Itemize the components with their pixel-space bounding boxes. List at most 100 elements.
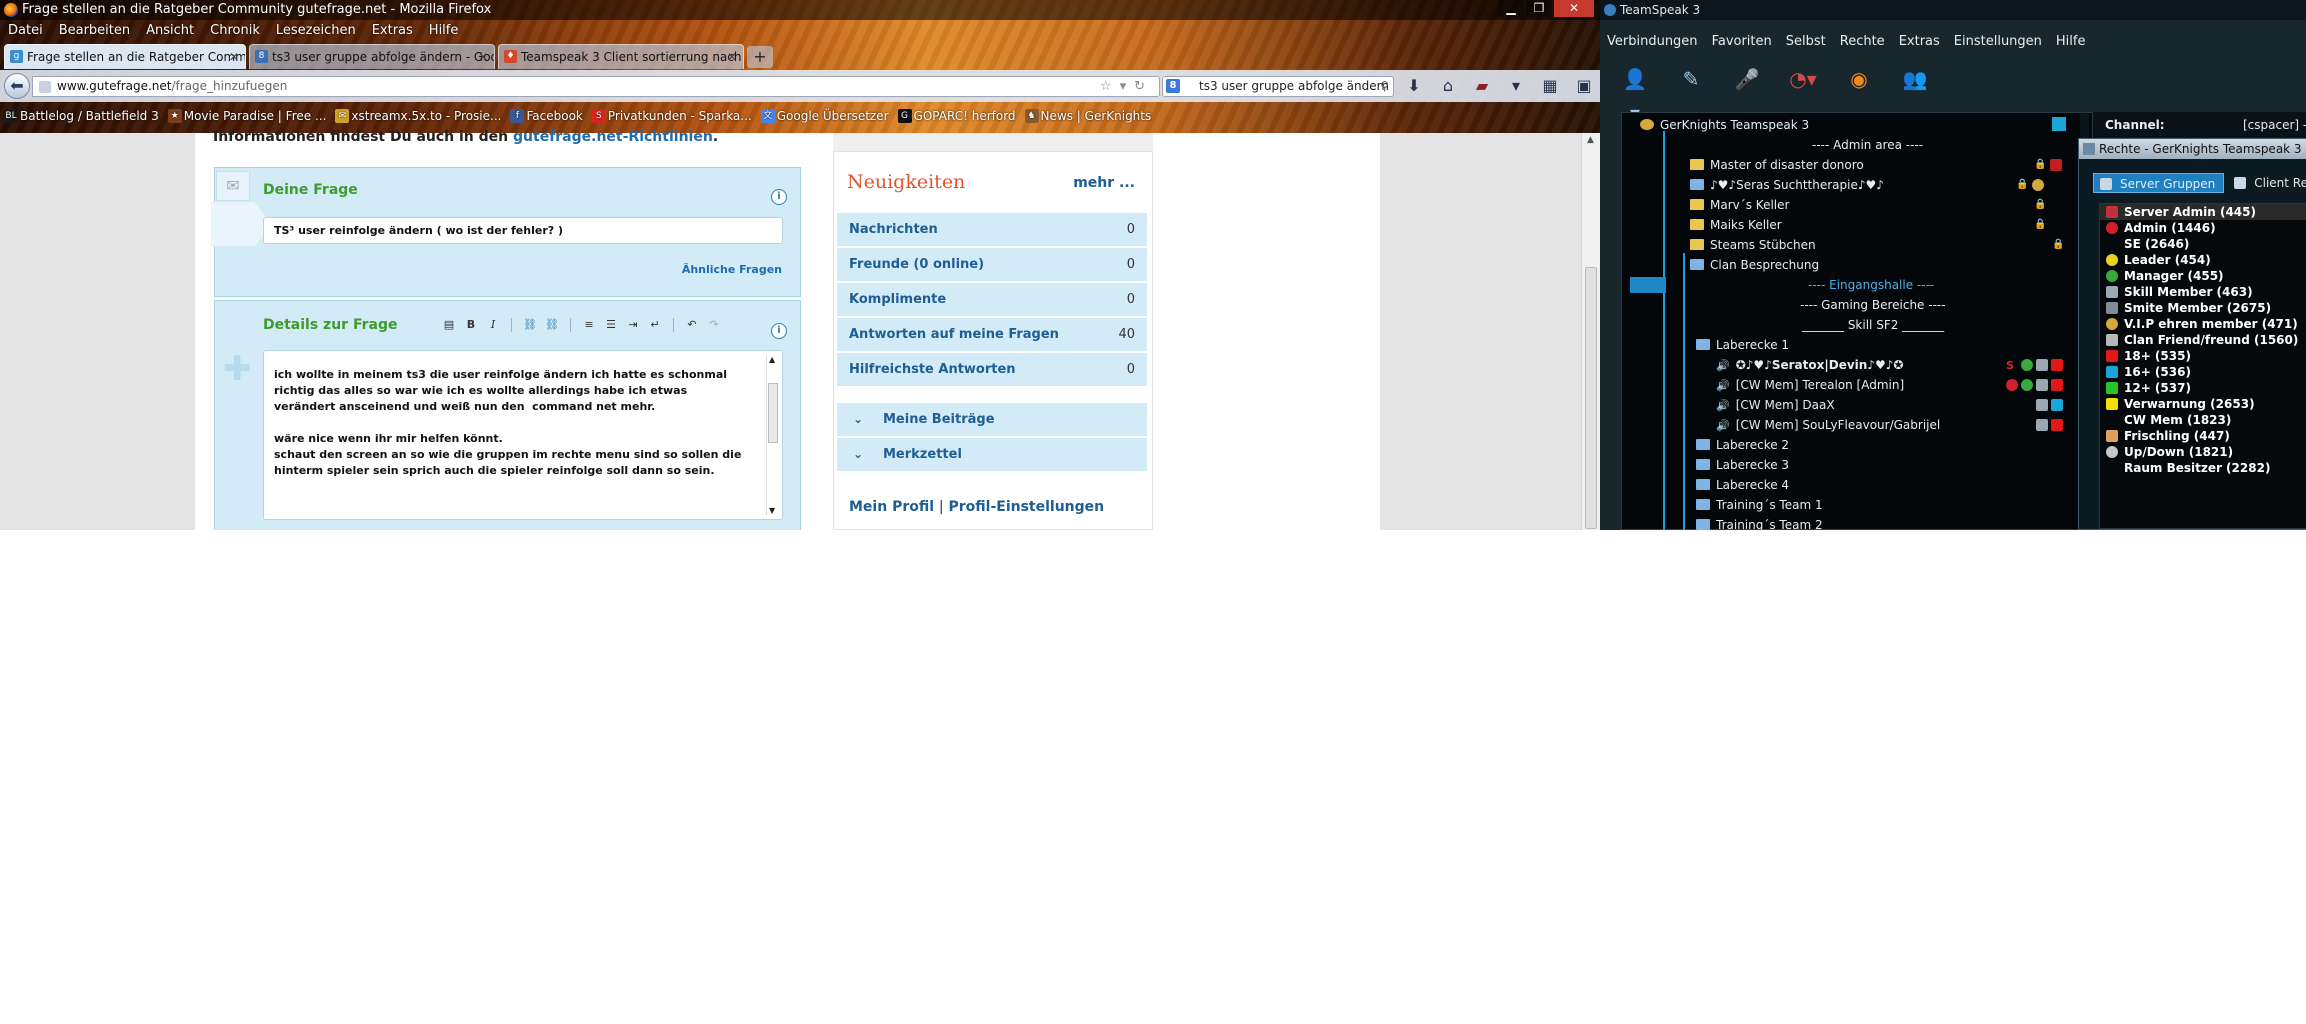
tree-spacer[interactable]: ---- Gaming Bereiche ---- — [1800, 295, 1946, 315]
question-title-input[interactable]: TS³ user reinfolge ändern ( wo ist der f… — [263, 217, 783, 244]
tree-spacer[interactable]: _______ Skill SF2 _______ — [1802, 315, 1944, 335]
undo-icon[interactable]: ↶ — [684, 317, 700, 333]
group-cw-mem[interactable]: CW Mem (1823) — [2100, 412, 2306, 428]
link-icon[interactable]: ⛓ — [522, 317, 538, 333]
menu-hilfe[interactable]: Hilfe — [421, 20, 467, 42]
tree-user[interactable]: 🔊 [CW Mem] SouLyFleavour/Gabrijel — [1716, 415, 1940, 435]
tree-spacer[interactable]: ---- Admin area ---- — [1812, 135, 1923, 155]
tree-channel[interactable]: Master of disaster donoro — [1690, 155, 1864, 175]
tree-channel[interactable]: Training´s Team 1 — [1696, 495, 1823, 515]
group-up-down[interactable]: Up/Down (1821) — [2100, 444, 2306, 460]
restore-button[interactable]: ❐ — [1526, 0, 1552, 17]
tab-server-gruppen[interactable]: Server Gruppen — [2093, 173, 2225, 193]
addon-icon[interactable]: ▰ — [1470, 74, 1494, 98]
menu-extras[interactable]: Extras — [364, 20, 421, 42]
group-se[interactable]: SE (2646) — [2100, 236, 2306, 252]
tree-channel[interactable]: Training´s Team 2 — [1696, 515, 1823, 530]
tree-spacer-eingangshalle[interactable]: ---- Eingangshalle ---- — [1808, 275, 1934, 295]
ts-menu-hilfe[interactable]: Hilfe — [2049, 30, 2093, 54]
group-16-plus[interactable]: 16+ (536) — [2100, 364, 2306, 380]
scroll-thumb[interactable] — [1585, 267, 1597, 529]
news-row-nachrichten[interactable]: Nachrichten 0 — [837, 213, 1147, 246]
bookmark-gerknights[interactable]: ♞ News | GerKnights — [1023, 104, 1159, 128]
microphone-muted-icon[interactable]: 🎤 — [1730, 62, 1764, 96]
dropdown-arrow-icon[interactable]: ▾ — [1120, 79, 1135, 94]
similar-questions-link[interactable]: Ähnliche Fragen — [682, 263, 782, 276]
news-more-link[interactable]: mehr ... — [1073, 175, 1135, 191]
group-leader[interactable]: Leader (454) — [2100, 252, 2306, 268]
tree-channel[interactable]: Marv´s Keller — [1690, 195, 1789, 215]
tree-channel[interactable]: Laberecke 4 — [1696, 475, 1789, 495]
group-skill-member[interactable]: Skill Member (463) — [2100, 284, 2306, 300]
group-server-admin[interactable]: Server Admin (445) — [2100, 204, 2306, 220]
tab-teamspeak-forum[interactable]: ♦ Teamspeak 3 Client sortierrung nach ..… — [498, 44, 744, 69]
tree-user[interactable]: 🔊 ✪♪♥♪Seratox|Devin♪♥♪✪ — [1716, 355, 1903, 375]
tree-channel[interactable]: Steams Stübchen — [1690, 235, 1816, 255]
tree-user[interactable]: 🔊 [CW Mem] Terealon [Admin] — [1716, 375, 1904, 395]
profile-settings-link[interactable]: Profil-Einstellungen — [949, 499, 1105, 515]
tree-channel[interactable]: ♪♥♪Seras Suchttherapie♪♥♪ — [1690, 175, 1884, 195]
new-tab-button[interactable]: + — [747, 46, 773, 68]
group-admin[interactable]: Admin (1446) — [2100, 220, 2306, 236]
news-row-hilfreichste[interactable]: Hilfreichste Antworten 0 — [837, 353, 1147, 386]
bullet-list-icon[interactable]: ☰ — [603, 317, 619, 333]
accordion-merkzettel[interactable]: ⌄ Merkzettel — [837, 438, 1147, 471]
tab-client-rechte[interactable]: Client Rechte — [2228, 173, 2306, 193]
ts-menu-selbst[interactable]: Selbst — [1779, 30, 1833, 54]
close-tab-icon[interactable]: ✕ — [229, 45, 239, 69]
menu-chronik[interactable]: Chronik — [202, 20, 268, 42]
bookmark-xstreamx[interactable]: ✉ xstreamx.5x.to - Prosie... — [333, 104, 508, 128]
bookmark-star-icon[interactable]: ☆ — [1100, 79, 1120, 94]
tab-gutefrage[interactable]: g Frage stellen an die Ratgeber Commu...… — [4, 44, 246, 69]
news-row-freunde[interactable]: Freunde (0 online) 0 — [837, 248, 1147, 281]
bookmark-movie-paradise[interactable]: ★ Movie Paradise | Free ... — [166, 104, 334, 128]
textarea-scrollbar[interactable]: ▲ ▼ — [766, 355, 778, 515]
tree-user[interactable]: 🔊 [CW Mem] DaaX — [1716, 395, 1835, 415]
bookmark-goparc[interactable]: G GOPARC! herford — [896, 104, 1023, 128]
details-textarea[interactable]: ich wollte in meinem ts3 die user reinfo… — [263, 350, 783, 520]
ts-menu-extras[interactable]: Extras — [1892, 30, 1947, 54]
ts-menu-einstellungen[interactable]: Einstellungen — [1947, 30, 2049, 54]
format-icon[interactable]: ▤ — [441, 317, 457, 333]
group-raum-besitzer[interactable]: Raum Besitzer (2282) — [2100, 460, 2306, 476]
home-icon[interactable]: ⌂ — [1436, 74, 1460, 98]
ts-menu-verbindungen[interactable]: Verbindungen — [1600, 30, 1705, 54]
group-clan-friend[interactable]: Clan Friend/freund (1560) — [2100, 332, 2306, 348]
tree-channel[interactable]: Laberecke 3 — [1696, 455, 1789, 475]
unlink-icon[interactable]: ⛓ — [544, 317, 560, 333]
indent-icon[interactable]: ⇥ — [625, 317, 641, 333]
close-tab-icon[interactable]: ✕ — [727, 45, 737, 69]
menu-datei[interactable]: Datei — [0, 20, 51, 42]
channel-subscribe-icon[interactable] — [2052, 117, 2066, 131]
minimize-button[interactable]: ▁ — [1498, 0, 1524, 17]
details-text[interactable]: ich wollte in meinem ts3 die user reinfo… — [274, 367, 752, 479]
tab-google-search[interactable]: 8 ts3 user gruppe abfolge ändern - Goo..… — [249, 44, 495, 69]
news-row-komplimente[interactable]: Komplimente 0 — [837, 283, 1147, 316]
search-icon[interactable]: ⚲ — [1380, 77, 1389, 96]
scroll-down-icon[interactable]: ▼ — [769, 506, 775, 515]
page-scrollbar[interactable]: ▲ — [1581, 133, 1600, 530]
scroll-thumb[interactable] — [768, 383, 778, 443]
bold-icon[interactable]: B — [463, 317, 479, 333]
info-icon[interactable]: i — [771, 189, 787, 205]
extension-icon[interactable]: ▦ — [1538, 74, 1562, 98]
group-12-plus[interactable]: 12+ (537) — [2100, 380, 2306, 396]
menu-arrow-icon[interactable]: ▾ — [1504, 74, 1528, 98]
ts-menu-favoriten[interactable]: Favoriten — [1705, 30, 1779, 54]
group-verwarnung[interactable]: Verwarnung (2653) — [2100, 396, 2306, 412]
scroll-up-icon[interactable]: ▲ — [769, 355, 775, 364]
contacts-icon[interactable]: 👥 — [1898, 62, 1932, 96]
close-button[interactable]: ✕ — [1554, 0, 1594, 17]
tree-server[interactable]: GerKnights Teamspeak 3 — [1640, 115, 1809, 135]
bookmark-google-translate[interactable]: 文 Google Übersetzer — [759, 104, 896, 128]
group-smite-member[interactable]: Smite Member (2675) — [2100, 300, 2306, 316]
tree-channel[interactable]: Maiks Keller — [1690, 215, 1782, 235]
menu-lesezeichen[interactable]: Lesezeichen — [268, 20, 364, 42]
ordered-list-icon[interactable]: ≡ — [581, 317, 597, 333]
group-18-plus[interactable]: 18+ (535) — [2100, 348, 2306, 364]
sound-pack-icon[interactable]: ◉ — [1842, 62, 1876, 96]
line-break-icon[interactable]: ↵ — [647, 317, 663, 333]
my-profile-link[interactable]: Mein Profil — [849, 499, 934, 515]
reload-icon[interactable]: ↻ — [1134, 79, 1153, 94]
news-row-antworten[interactable]: Antworten auf meine Fragen 40 — [837, 318, 1147, 351]
